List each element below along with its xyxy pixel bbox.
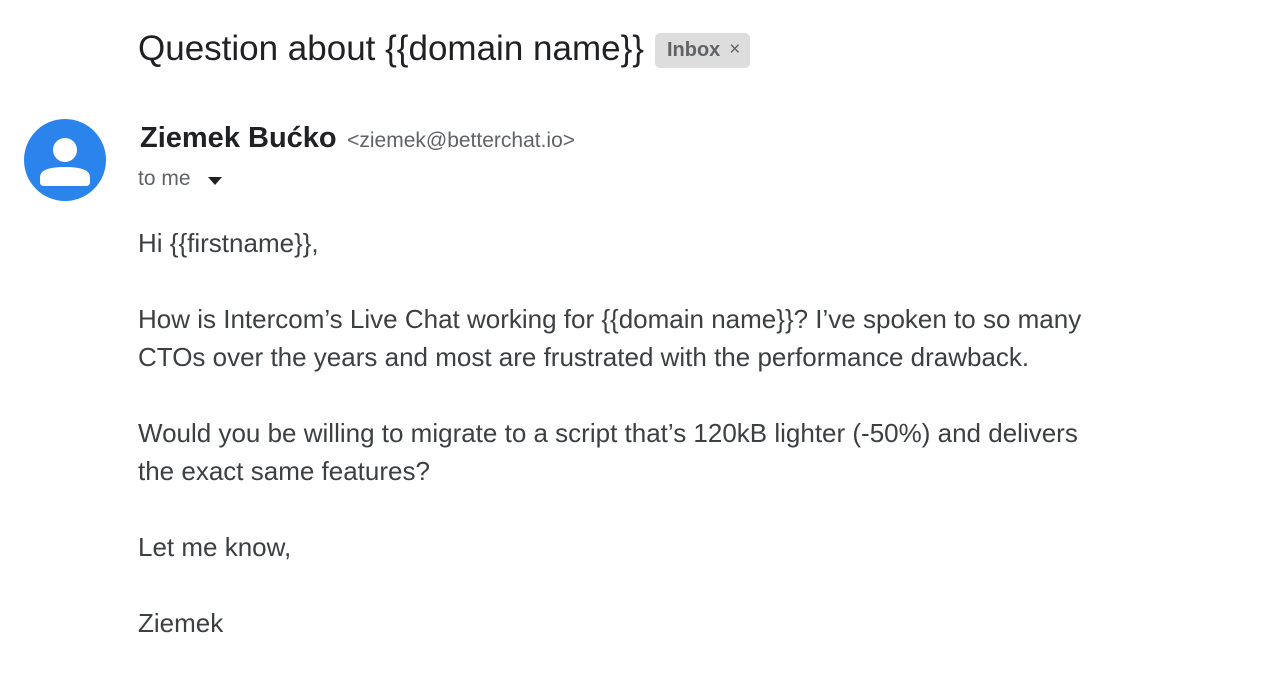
email-paragraph: Would you be willing to migrate to a scr… — [138, 414, 1198, 490]
email-paragraph-line: CTOs over the years and most are frustra… — [138, 342, 1030, 372]
email-paragraph: How is Intercom’s Live Chat working for … — [138, 300, 1198, 376]
email-paragraph-line: Would you be willing to migrate to a scr… — [138, 418, 1078, 448]
email-paragraph-line: the exact same features? — [138, 456, 430, 486]
sender-name[interactable]: Ziemek Bućko — [140, 122, 337, 154]
email-subject: Question about {{domain name}} — [138, 29, 644, 68]
sender-email: <ziemek@betterchat.io> — [347, 129, 576, 152]
email-greeting: Hi {{firstname}}, — [138, 228, 319, 258]
recipient-text: to me — [138, 167, 191, 190]
email-body: Hi {{firstname}}, How is Intercom’s Live… — [138, 224, 1198, 680]
email-header: Question about {{domain name}} Inbox × — [138, 26, 751, 72]
label-chip-inbox[interactable]: Inbox × — [654, 32, 751, 68]
email-signature: Ziemek — [138, 608, 224, 638]
avatar[interactable] — [24, 119, 106, 201]
email-paragraph-line: How is Intercom’s Live Chat working for … — [138, 304, 1082, 334]
caret-down-icon[interactable] — [207, 176, 222, 185]
label-chip-text: Inbox — [666, 38, 721, 61]
close-icon[interactable]: × — [729, 39, 740, 61]
recipient-info: to me — [138, 167, 222, 191]
default-person-icon — [40, 138, 90, 186]
email-closing: Let me know, — [138, 532, 292, 562]
sender-info: Ziemek Bućko <ziemek@betterchat.io> — [140, 122, 575, 155]
